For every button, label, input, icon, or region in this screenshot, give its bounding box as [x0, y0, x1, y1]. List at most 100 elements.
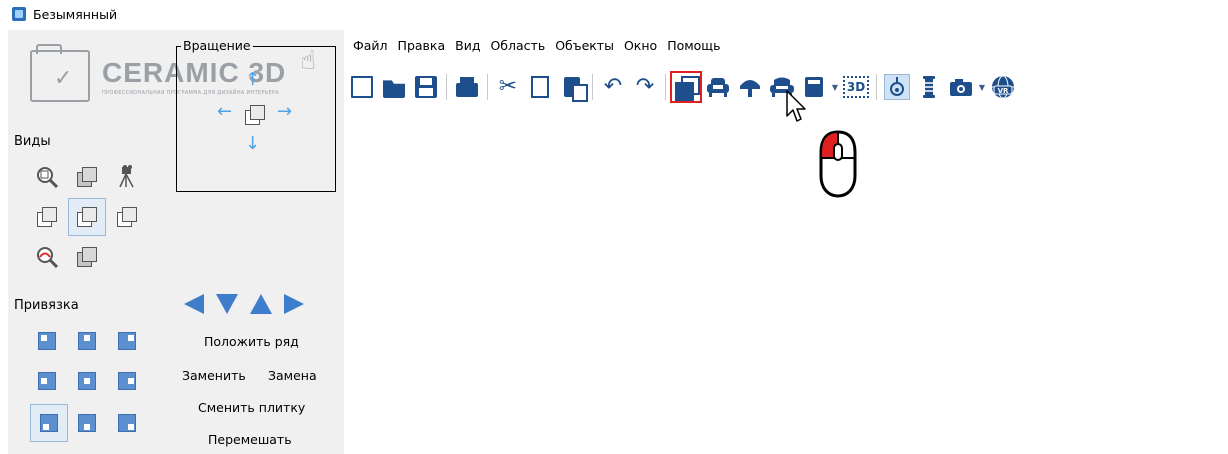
right-view-button[interactable]: [108, 198, 146, 236]
camera-tripod-icon: [119, 165, 134, 188]
snap-top-center[interactable]: [72, 326, 102, 356]
move-down-button[interactable]: [216, 294, 238, 314]
rotate-right-button[interactable]: →: [277, 103, 292, 121]
title-bar: Безымянный: [0, 0, 1228, 28]
vr-label: VR: [998, 87, 1009, 95]
magnifier-icon: [37, 167, 58, 188]
snap-icon: [118, 414, 136, 432]
material-button[interactable]: [913, 71, 945, 103]
toolbar-separator: [446, 74, 447, 100]
snap-center[interactable]: [72, 366, 102, 396]
snap-icon: [38, 372, 56, 390]
mouse-pointer-icon: [786, 90, 806, 122]
shuffle-button[interactable]: Перемешать: [208, 432, 292, 447]
printer-icon: [456, 77, 478, 97]
save-button[interactable]: [410, 71, 442, 103]
new-file-icon: [351, 76, 373, 98]
menu-area[interactable]: Область: [489, 38, 546, 53]
menu-view[interactable]: Вид: [454, 38, 481, 53]
furniture-button[interactable]: [702, 71, 734, 103]
scissors-icon: ✂: [498, 74, 518, 99]
new-button[interactable]: [346, 71, 378, 103]
snap-bottom-center[interactable]: [72, 408, 102, 438]
top-view-button[interactable]: [68, 238, 106, 276]
open-button[interactable]: [378, 71, 410, 103]
snap-icon: [118, 332, 136, 350]
sink-icon: [740, 80, 760, 97]
rotate-down-button[interactable]: ↓: [245, 135, 260, 153]
menu-objects[interactable]: Объекты: [554, 38, 615, 53]
cut-button[interactable]: ✂: [492, 71, 524, 103]
copy-button[interactable]: [524, 71, 556, 103]
logo-folder-icon: ✓: [30, 44, 90, 102]
open-folder-icon: [383, 80, 405, 98]
spool-icon: [923, 76, 935, 98]
zoom-fit-icon: [37, 247, 58, 268]
calculator-dropdown-icon[interactable]: ▼: [830, 83, 840, 92]
snap-bottom-left[interactable]: [30, 404, 68, 442]
lamp-icon: [884, 74, 910, 100]
window-title: Безымянный: [33, 6, 118, 22]
app-window: Безымянный ✓ CERAMIC 3D ПРОФЕССИОНАЛЬНАЯ…: [0, 0, 1228, 454]
rotate-up-button[interactable]: ↑: [245, 71, 260, 89]
cube-icon: [77, 167, 97, 187]
replacement-button[interactable]: Замена: [268, 368, 317, 383]
menu-file[interactable]: Файл: [352, 38, 389, 53]
rotate-left-button[interactable]: ←: [217, 103, 232, 121]
view-3d-button[interactable]: 3D: [840, 71, 872, 103]
change-tile-button[interactable]: Сменить плитку: [198, 400, 305, 415]
lighting-button[interactable]: [881, 71, 913, 103]
snap-icon: [78, 372, 96, 390]
cube-top-icon: [77, 247, 97, 267]
snap-bottom-right[interactable]: [112, 408, 142, 438]
zoom-fit-button[interactable]: [28, 238, 66, 276]
camera-icon: [950, 79, 972, 96]
toolbar: ✂ ↶ ↷ ▼ 3D ▼ VR: [346, 70, 1019, 104]
snap-middle-left[interactable]: [32, 366, 62, 396]
menu-bar: Файл Правка Вид Область Объекты Окно Пом…: [352, 38, 721, 53]
3d-icon: 3D: [842, 76, 870, 98]
perspective-view-button[interactable]: [68, 158, 106, 196]
snap-label: Привязка: [14, 298, 79, 313]
vr-button[interactable]: VR: [987, 71, 1019, 103]
cube-left-icon: [37, 207, 57, 227]
left-panel: ✓ CERAMIC 3D ПРОФЕССИОНАЛЬНАЯ ПРОГРАММА …: [8, 30, 344, 454]
move-left-button[interactable]: [184, 294, 204, 314]
undo-button[interactable]: ↶: [597, 71, 629, 103]
move-up-button[interactable]: [250, 294, 272, 314]
render-photo-button[interactable]: [945, 71, 977, 103]
plumbing-button[interactable]: [734, 71, 766, 103]
toolbar-separator: [876, 74, 877, 100]
views-label: Виды: [14, 134, 51, 149]
menu-help[interactable]: Помощь: [666, 38, 721, 53]
menu-edit[interactable]: Правка: [397, 38, 447, 53]
move-right-button[interactable]: [284, 294, 304, 314]
mouse-left-click-icon: [819, 130, 857, 198]
photo-dropdown-icon[interactable]: ▼: [977, 83, 987, 92]
workspace-canvas[interactable]: [344, 108, 1228, 454]
paste-button[interactable]: [556, 71, 588, 103]
replace-button[interactable]: Заменить: [182, 368, 246, 383]
menu-window[interactable]: Окно: [623, 38, 658, 53]
lay-row-button[interactable]: Положить ряд: [204, 334, 299, 349]
move-arrows: [184, 294, 304, 314]
cube-right-icon: [117, 207, 137, 227]
snap-middle-right[interactable]: [112, 366, 142, 396]
snap-icon: [38, 332, 56, 350]
snap-top-left[interactable]: [32, 326, 62, 356]
rotation-cube-icon: [245, 105, 265, 125]
print-button[interactable]: [451, 71, 483, 103]
armchair-icon: [707, 78, 729, 97]
camera-view-button[interactable]: [108, 158, 146, 196]
front-view-button[interactable]: [68, 198, 106, 236]
snap-icon: [40, 414, 58, 432]
left-view-button[interactable]: [28, 198, 66, 236]
redo-button[interactable]: ↷: [629, 71, 661, 103]
undo-icon: ↶: [603, 74, 623, 99]
duplicate-icon: [675, 76, 700, 101]
copy-icon: [531, 76, 551, 98]
zoom-view-button[interactable]: [28, 158, 66, 196]
duplicate-object-button[interactable]: [670, 71, 702, 103]
toolbar-separator: [487, 74, 488, 100]
snap-top-right[interactable]: [112, 326, 142, 356]
